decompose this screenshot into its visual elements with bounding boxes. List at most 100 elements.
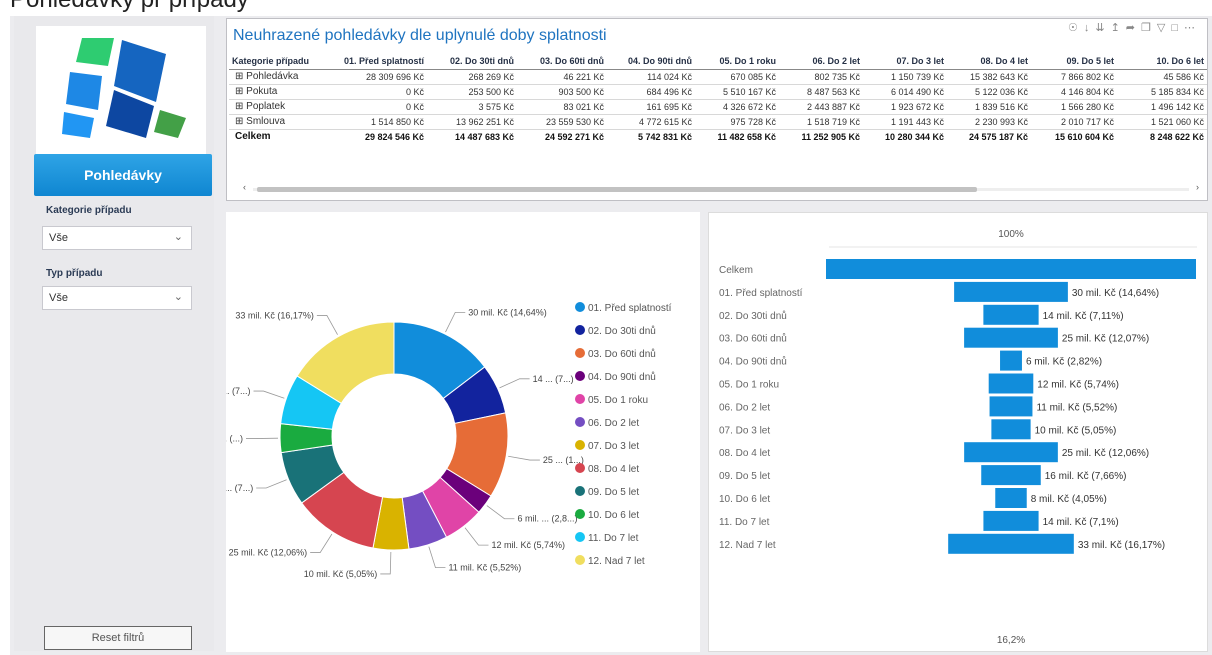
column-header[interactable]: Kategorie případu (229, 53, 327, 70)
more-icon[interactable]: ⋯ (1184, 22, 1201, 34)
legend-item[interactable]: 07. Do 3 let (588, 441, 639, 452)
table-cell: 114 024 Kč (607, 69, 695, 85)
filter-dropdown-category[interactable]: Vše ⌄ (42, 226, 192, 250)
column-header[interactable]: 10. Do 6 let (1117, 53, 1207, 70)
legend-item[interactable]: 04. Do 90ti dnů (588, 371, 656, 383)
column-header[interactable]: 09. Do 5 let (1031, 53, 1117, 70)
table-cell: 10 280 344 Kč (863, 128, 947, 144)
donut-data-label: 30 mil. Kč (14,64%) (468, 307, 547, 317)
donut-data-label: 25 mil. Kč (12,06%) (229, 548, 308, 558)
filter-icon[interactable]: ▽ (1157, 22, 1171, 34)
legend-item[interactable]: 11. Do 7 let (588, 533, 639, 544)
table-cell: 83 021 Kč (517, 99, 607, 115)
row-label[interactable]: ⊞ Pohledávka (229, 69, 327, 85)
column-header[interactable]: 04. Do 90ti dnů (607, 53, 695, 70)
column-header[interactable]: 06. Do 2 let (779, 53, 863, 70)
column-header[interactable]: 03. Do 60ti dnů (517, 53, 607, 70)
drill-up-icon[interactable]: ↥ (1111, 22, 1126, 34)
table-cell: 24 592 271 Kč (517, 128, 607, 144)
pin-icon[interactable]: ☉ (1068, 22, 1084, 34)
funnel-bar[interactable] (964, 327, 1058, 348)
table-cell: 5 122 036 Kč (947, 84, 1031, 100)
funnel-bar[interactable] (988, 373, 1034, 394)
table-cell: 1 514 850 Kč (327, 114, 427, 130)
table-cell: 268 269 Kč (427, 69, 517, 85)
donut-chart-visual[interactable]: 30 mil. Kč (14,64%) 14 ... (7...) 25 ... (… (210, 212, 700, 652)
legend-item[interactable]: 06. Do 2 let (588, 418, 639, 429)
legend-item[interactable]: 05. Do 1 roku (588, 395, 648, 406)
matrix-visual[interactable]: Neuhrazené pohledávky dle uplynulé doby … (226, 18, 1208, 201)
funnel-bar[interactable] (989, 396, 1033, 417)
column-header[interactable]: 05. Do 1 roku (695, 53, 779, 70)
legend-item[interactable]: 01. Před splatností (588, 303, 672, 314)
table-cell: 1 521 060 Kč (1117, 114, 1207, 130)
row-label[interactable]: ⊞ Smlouva (229, 114, 327, 130)
funnel-chart-visual[interactable]: 100% Celkem 01. Před splatností 30 mil. Kč … (708, 212, 1208, 652)
data-label-leader (316, 315, 338, 335)
row-label[interactable]: Celkem (229, 128, 327, 144)
table-cell: 684 496 Kč (607, 84, 695, 100)
funnel-top-label: 100% (998, 229, 1024, 240)
focus-icon[interactable]: □ (1171, 22, 1184, 34)
donut-data-label: 11 mil. Kč (5,52%) (448, 563, 521, 573)
visual-toolbar[interactable]: ☉↓⇊↥➦❐▽□⋯ (1068, 21, 1201, 34)
legend-item[interactable]: 02. Do 30ti dnů (588, 325, 656, 337)
data-label-leader (486, 505, 515, 520)
column-header[interactable]: 08. Do 4 let (947, 53, 1031, 70)
funnel-data-label: 25 mil. Kč (12,07%) (1062, 334, 1149, 345)
funnel-bar[interactable] (1000, 350, 1022, 371)
funnel-bar[interactable] (983, 510, 1039, 531)
table-cell: 5 510 167 Kč (695, 84, 779, 100)
horizontal-scrollbar[interactable]: ‹ › (243, 182, 1199, 193)
column-header[interactable]: 01. Před splatností (327, 53, 427, 70)
funnel-bar[interactable] (981, 465, 1041, 486)
legend-marker (575, 486, 585, 496)
legend-marker (575, 555, 585, 565)
funnel-data-label: 25 mil. Kč (12,06%) (1062, 448, 1149, 459)
donut-data-label: 6 mil. ... (2,8...) (517, 514, 577, 524)
legend-item[interactable]: 08. Do 4 let (588, 464, 639, 475)
reset-filters-button[interactable]: Reset filtrů (44, 626, 192, 650)
drill-down-icon[interactable]: ↓ (1084, 22, 1096, 34)
filter-dropdown-type[interactable]: Vše ⌄ (42, 286, 192, 310)
table-cell: 8 487 563 Kč (779, 84, 863, 100)
legend-item[interactable]: 12. Nad 7 let (588, 556, 645, 567)
funnel-bar[interactable] (983, 304, 1039, 325)
legend-item[interactable]: 09. Do 5 let (588, 487, 639, 498)
funnel-bar[interactable] (995, 488, 1027, 508)
funnel-category-label: 12. Nad 7 let (719, 540, 776, 551)
funnel-data-label: 33 mil. Kč (16,17%) (1078, 540, 1165, 551)
column-header[interactable]: 02. Do 30ti dnů (427, 53, 517, 70)
table-cell: 11 482 658 Kč (695, 128, 779, 144)
scrollbar-thumb[interactable] (257, 187, 977, 192)
filter-label-category: Kategorie případu (46, 205, 132, 216)
funnel-bar[interactable] (954, 281, 1068, 302)
row-label[interactable]: ⊞ Poplatek (229, 99, 327, 115)
column-header[interactable]: 07. Do 3 let (863, 53, 947, 70)
nav-button-pohledavky[interactable]: Pohledávky (34, 154, 212, 196)
table-cell: 1 191 443 Kč (863, 114, 947, 130)
expand-icon[interactable]: ⇊ (1095, 22, 1110, 34)
data-label-leader (428, 546, 446, 569)
funnel-data-label: 8 mil. Kč (4,05%) (1031, 494, 1107, 505)
matrix-header-row: Kategorie případu 01. Před splatností 02. … (229, 53, 1207, 70)
pin-visual-icon[interactable]: ➦ (1126, 22, 1141, 34)
funnel-bar[interactable] (948, 533, 1074, 554)
funnel-bar[interactable] (826, 259, 1196, 279)
chevron-down-icon: ⌄ (173, 291, 183, 303)
funnel-data-label: 14 mil. Kč (7,11%) (1043, 311, 1124, 322)
funnel-bar[interactable] (991, 419, 1031, 440)
table-cell: 29 824 546 Kč (327, 128, 427, 144)
data-label-leader (310, 533, 333, 553)
scroll-left-icon[interactable]: ‹ (243, 182, 246, 192)
copy-icon[interactable]: ❐ (1141, 22, 1157, 34)
legend-item[interactable]: 03. Do 60ti dnů (588, 348, 656, 360)
legend-marker (575, 325, 585, 335)
data-label-leader (253, 390, 285, 399)
scroll-right-icon[interactable]: › (1196, 182, 1199, 192)
funnel-bar[interactable] (964, 442, 1058, 463)
row-label[interactable]: ⊞ Pokuta (229, 84, 327, 100)
table-cell: 15 382 643 Kč (947, 69, 1031, 85)
legend-item[interactable]: 10. Do 6 let (588, 510, 639, 521)
table-row: ⊞ Poplatek 0 Kč 3 575 Kč 83 021 Kč 161 695 K… (229, 99, 1207, 115)
